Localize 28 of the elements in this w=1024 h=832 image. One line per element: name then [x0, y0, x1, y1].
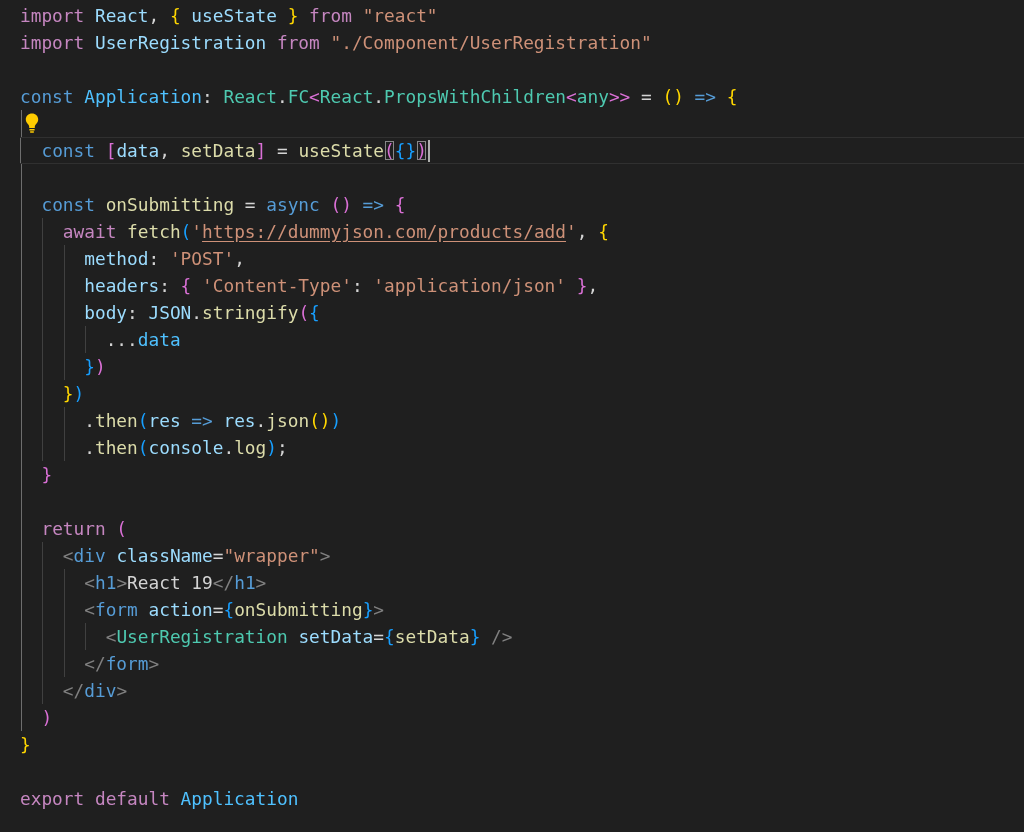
code-line: </form> [84, 652, 160, 676]
code-line: <UserRegistration setData={setData} /> [105, 625, 513, 649]
lightbulb-icon[interactable] [25, 113, 39, 133]
code-line: const Application: React.FC<React.PropsWithChildren<any>> = () => { [20, 85, 738, 109]
code-line: }) [84, 355, 106, 379]
code-line: await fetch('https://dummyjson.com/products/add', { [62, 220, 609, 244]
code-line: return ( [41, 517, 128, 541]
code-line: export default Application [20, 787, 299, 811]
code-editor[interactable] [0, 0, 1024, 832]
code-line: <form action={onSubmitting}> [84, 598, 385, 622]
code-line: } [20, 733, 31, 757]
code-line: headers: { 'Content-Type': 'application/json' }, [84, 274, 599, 298]
code-line: ) [41, 706, 53, 730]
code-line: const [data, setData] = useState({}) [41, 139, 427, 163]
code-line: import React, { useState } from "react" [20, 4, 438, 28]
text-cursor [427, 139, 430, 162]
code-line: <h1>React 19</h1> [84, 571, 267, 595]
code-line: import UserRegistration from "./Component/UserRegistration" [20, 31, 652, 55]
code-line: const onSubmitting = async () => { [41, 193, 406, 217]
code-line: .then(res => res.json()) [84, 409, 342, 433]
code-line: body: JSON.stringify({ [84, 301, 320, 325]
code-line: ...data [105, 328, 181, 352]
code-line: }) [62, 382, 85, 406]
code-line: .then(console.log); [84, 436, 288, 460]
code-line: <div className="wrapper"> [62, 544, 331, 568]
code-line: method: 'POST', [84, 247, 245, 271]
code-line: } [41, 463, 53, 487]
code-line: </div> [62, 679, 128, 703]
